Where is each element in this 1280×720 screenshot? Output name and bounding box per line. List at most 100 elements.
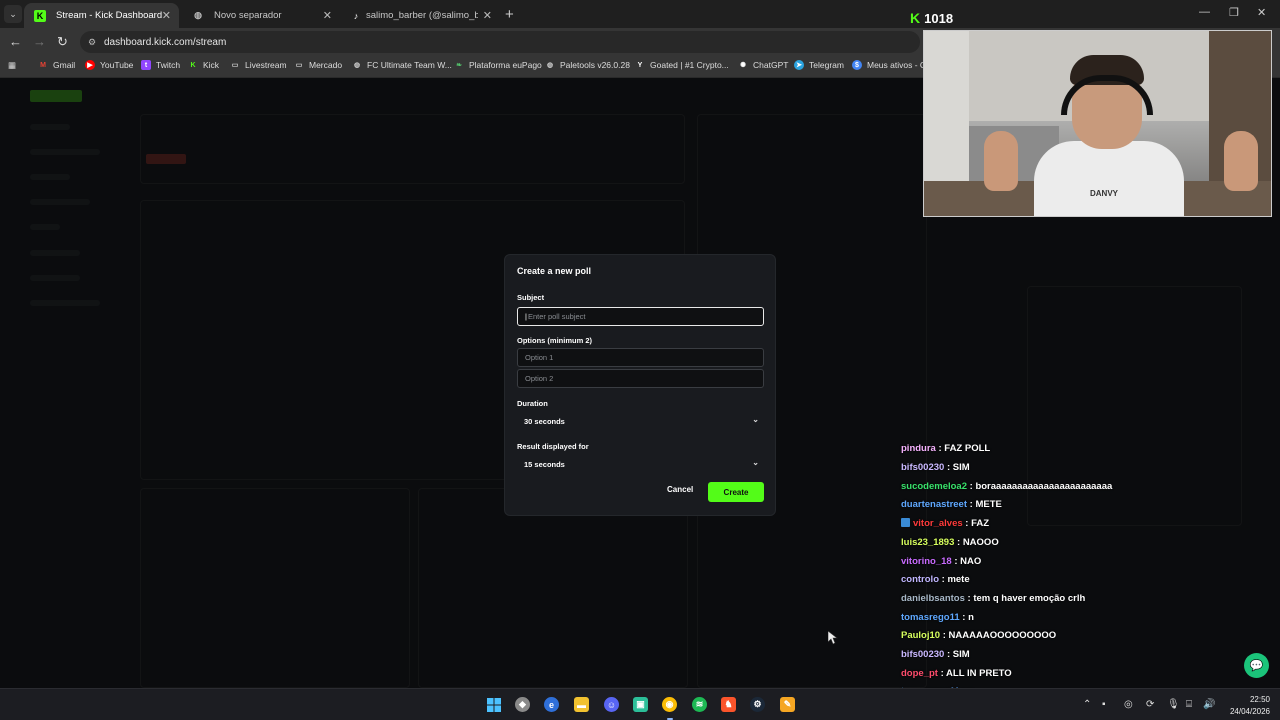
- close-icon[interactable]: ✕: [483, 9, 492, 22]
- create-button[interactable]: Create: [708, 482, 764, 502]
- gmail-icon: M: [40, 61, 46, 69]
- sidebar-item[interactable]: [30, 149, 100, 155]
- tray-app-icon[interactable]: ⟳: [1146, 699, 1154, 710]
- windows-taskbar: ◆ e ▬ ☺ ▣ ◉ ≋ ♞ ⚙ ✎ ⌃ ▪ ◎ ⟳ 🎙 ⌸ 🔊 22:50 …: [0, 688, 1280, 720]
- url-field[interactable]: ⚙ dashboard.kick.com/stream: [80, 31, 920, 53]
- windows-start-icon[interactable]: [486, 697, 501, 712]
- sidebar-item[interactable]: [30, 199, 90, 205]
- bookmark-gmail[interactable]: M Gmail: [38, 60, 75, 70]
- tray-app-icon[interactable]: ▪: [1102, 699, 1106, 710]
- tab-kick-dashboard[interactable]: K Stream - Kick Dashboard ✕: [24, 3, 179, 28]
- chat-message: dope_pt : ALL IN PRETO: [901, 668, 1012, 679]
- bookmark-chatgpt[interactable]: ✺ ChatGPT: [738, 60, 788, 70]
- sidebar-item[interactable]: [30, 174, 70, 180]
- tray-app-icon[interactable]: ◎: [1124, 699, 1133, 710]
- bookmark-livestream[interactable]: ▭ Livestream: [230, 60, 287, 70]
- cam-hand-left: [984, 131, 1018, 191]
- sidebar-item[interactable]: [30, 300, 100, 306]
- chrome-icon[interactable]: ◉: [662, 697, 677, 712]
- chat-username: tomasrego11: [901, 612, 960, 623]
- chat-username: luis23_1893: [901, 537, 955, 548]
- duration-select[interactable]: 30 seconds ⌄: [517, 412, 764, 431]
- reload-icon[interactable]: ↻: [57, 34, 68, 50]
- modal-title: Create a new poll: [517, 266, 592, 276]
- bookmark-eupago[interactable]: ❧ Plataforma euPago: [454, 60, 542, 70]
- steam-icon[interactable]: ⚙: [750, 697, 765, 712]
- bookmark-meus-ativos[interactable]: $ Meus ativos - C: [852, 60, 926, 70]
- forward-icon[interactable]: →: [33, 34, 46, 49]
- sidebar-item[interactable]: [30, 250, 80, 256]
- chevron-up-icon[interactable]: ⌃: [1083, 699, 1091, 710]
- duration-label: Duration: [517, 399, 548, 408]
- chat-message: vitorino_18 : NAO: [901, 556, 982, 567]
- sidebar-item[interactable]: [30, 275, 80, 281]
- tiktok-icon: ♪: [353, 10, 359, 21]
- options-label: Options (minimum 2): [517, 336, 592, 345]
- subject-input[interactable]: | Enter poll subject: [517, 307, 764, 326]
- bookmark-mercado[interactable]: ▭ Mercado: [294, 60, 342, 70]
- create-poll-modal: Create a new poll Subject | Enter poll s…: [504, 254, 776, 516]
- bookmark-label: ChatGPT: [753, 60, 789, 70]
- discord-icon[interactable]: ☺: [604, 697, 619, 712]
- tab-tiktok[interactable]: ♪ salimo_barber (@salimo_barbe ✕: [342, 3, 500, 28]
- text-caret: |: [525, 312, 527, 321]
- bookmark-goated[interactable]: Y Goated | #1 Crypto...: [635, 60, 729, 70]
- app-icon[interactable]: ▣: [633, 697, 648, 712]
- copilot-icon[interactable]: ◆: [515, 697, 530, 712]
- system-clock[interactable]: 22:50 24/04/2026: [1224, 694, 1270, 718]
- option-1-placeholder: Option 1: [525, 353, 554, 362]
- chat-username: dope_pt: [901, 668, 938, 679]
- sidebar-item[interactable]: [30, 224, 60, 230]
- new-tab-button[interactable]: +: [505, 6, 514, 23]
- restore-icon[interactable]: ❐: [1229, 6, 1239, 19]
- bookmark-kick[interactable]: K Kick: [188, 60, 219, 70]
- close-icon[interactable]: ✕: [162, 9, 171, 22]
- session-info-panel: [140, 114, 685, 184]
- bookmark-label: Plataforma euPago: [469, 60, 542, 70]
- minimize-icon[interactable]: —: [1199, 6, 1210, 18]
- bookmark-telegram[interactable]: ➤ Telegram: [794, 60, 844, 70]
- mouse-cursor-icon: [828, 631, 838, 645]
- file-explorer-icon[interactable]: ▬: [574, 697, 589, 712]
- spotify-icon[interactable]: ≋: [692, 697, 707, 712]
- chat-message: vitor_alves : FAZ: [901, 518, 989, 529]
- network-icon[interactable]: ⌸: [1186, 699, 1192, 710]
- telegram-icon: ➤: [794, 60, 804, 70]
- close-icon[interactable]: ✕: [323, 9, 332, 22]
- clock-time: 22:50: [1249, 695, 1270, 704]
- bookmark-label: Paletools v26.0.28: [560, 60, 630, 70]
- brave-icon[interactable]: ♞: [721, 697, 736, 712]
- sidebar-item[interactable]: [30, 124, 70, 130]
- bookmark-label: Gmail: [53, 60, 76, 70]
- chat-message: danielbsantos : tem q haver emoção crlh: [901, 593, 1086, 604]
- tab-search-button[interactable]: ⌄: [4, 5, 22, 23]
- volume-icon[interactable]: 🔊: [1203, 699, 1215, 710]
- notes-icon[interactable]: ✎: [780, 697, 795, 712]
- chat-username: sucodemeloa2: [901, 481, 967, 492]
- chat-username: danielbsantos: [901, 593, 965, 604]
- bookmark-paletools[interactable]: ◍ Paletools v26.0.28: [545, 60, 630, 70]
- edge-icon[interactable]: e: [544, 697, 559, 712]
- result-display-select[interactable]: 15 seconds ⌄: [517, 455, 764, 474]
- cancel-button[interactable]: Cancel: [667, 485, 693, 494]
- tab-novo-separador[interactable]: ◍ Novo separador ✕: [182, 3, 340, 28]
- bookmark-fc-ultimate[interactable]: ◍ FC Ultimate Team W...: [352, 60, 452, 70]
- bookmark-youtube[interactable]: ▶ YouTube: [85, 60, 133, 70]
- site-info-icon[interactable]: ⚙: [88, 37, 96, 48]
- chat-message: tomasrego11 : n: [901, 612, 974, 623]
- subject-label: Subject: [517, 293, 545, 302]
- kick-icon: K: [34, 9, 46, 22]
- chat-support-button[interactable]: 💬: [1244, 653, 1269, 678]
- apps-icon[interactable]: ▦: [8, 60, 16, 71]
- microphone-icon[interactable]: 🎙: [1167, 699, 1180, 710]
- chat-username: vitorino_18: [901, 556, 952, 567]
- bookmark-twitch[interactable]: t Twitch: [141, 60, 180, 70]
- viewer-count: K 1018: [910, 10, 953, 26]
- back-icon[interactable]: ←: [9, 34, 22, 49]
- close-window-icon[interactable]: ✕: [1257, 6, 1266, 19]
- chat-text: n: [968, 612, 974, 623]
- option-2-input[interactable]: Option 2: [517, 369, 764, 388]
- option-1-input[interactable]: Option 1: [517, 348, 764, 367]
- result-display-label: Result displayed for: [517, 442, 589, 451]
- bookmark-label: Meus ativos - C: [867, 60, 927, 70]
